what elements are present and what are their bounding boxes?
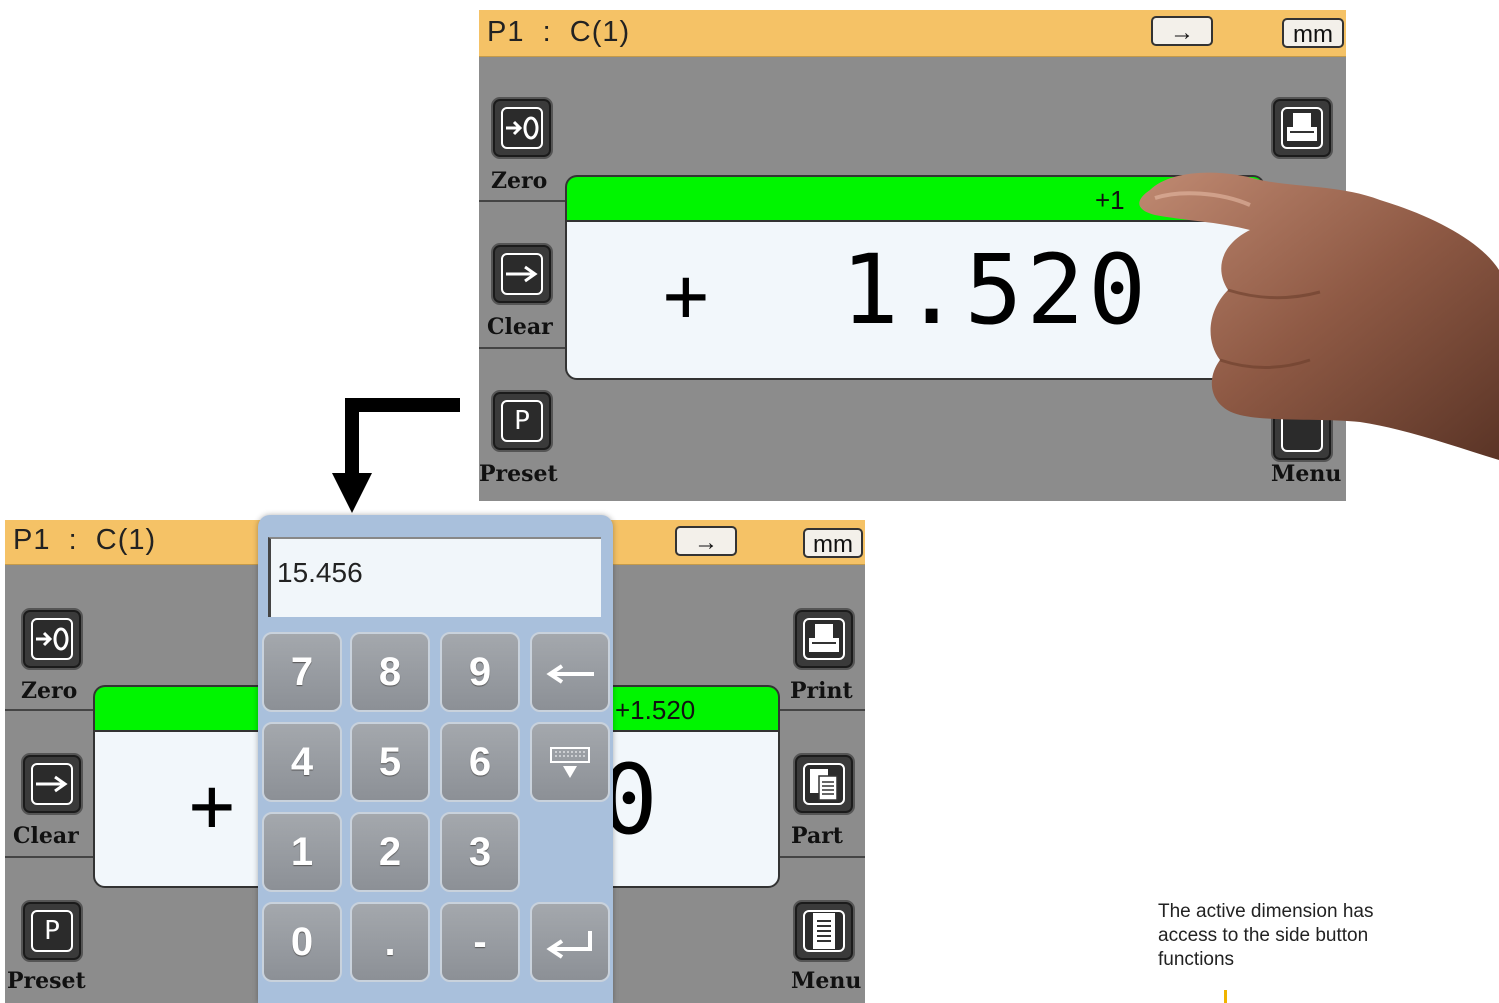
arrow-right-icon — [31, 763, 73, 805]
separator — [5, 856, 93, 858]
hide-keyboard-key[interactable] — [530, 722, 610, 802]
measured-value: 1.520 — [841, 234, 1150, 346]
numeric-keypad: 15.456 7 8 9 4 5 6 1 2 3 0 . - — [258, 515, 613, 1003]
part-button[interactable] — [793, 753, 855, 815]
preset-label: Preset — [479, 461, 558, 487]
preset-button[interactable]: P — [21, 900, 83, 962]
enter-icon — [546, 931, 592, 960]
hand-pointer-image — [1139, 172, 1499, 460]
keypad-input-value: 15.456 — [277, 557, 363, 588]
keyboard-hide-icon — [550, 747, 590, 779]
print-button[interactable] — [1271, 97, 1333, 159]
enter-key[interactable] — [530, 902, 610, 982]
clear-label: Clear — [13, 823, 79, 849]
separator — [479, 200, 565, 202]
key-3[interactable]: 3 — [440, 812, 520, 892]
zero-label: Zero — [21, 678, 78, 704]
menu-button[interactable] — [793, 900, 855, 962]
preset-label: Preset — [7, 968, 86, 994]
menu-label: Menu — [791, 968, 862, 994]
program-title: P1 : C(1) — [13, 524, 157, 556]
dimension-header-value: +1.520 — [615, 695, 696, 725]
zero-label: Zero — [491, 168, 548, 194]
zero-button[interactable] — [21, 608, 83, 670]
key-2[interactable]: 2 — [350, 812, 430, 892]
value-sign: + — [663, 250, 709, 339]
separator — [479, 347, 565, 349]
key-decimal[interactable]: . — [350, 902, 430, 982]
printer-icon — [1281, 107, 1323, 149]
printer-icon — [803, 618, 845, 660]
print-label: Print — [790, 678, 853, 704]
part-icon — [803, 763, 845, 805]
backspace-arrow-icon — [546, 664, 594, 685]
key-6[interactable]: 6 — [440, 722, 520, 802]
caption-text: The active dimension has access to the s… — [1158, 901, 1374, 970]
print-button[interactable] — [793, 608, 855, 670]
keypad-input[interactable]: 15.456 — [268, 537, 601, 617]
p-icon: P — [501, 400, 543, 442]
flow-arrow — [332, 398, 460, 513]
separator — [5, 709, 93, 711]
unit-button[interactable]: mm — [803, 528, 863, 558]
key-8[interactable]: 8 — [350, 632, 430, 712]
key-4[interactable]: 4 — [262, 722, 342, 802]
caption-marker — [1224, 990, 1227, 1003]
key-1[interactable]: 1 — [262, 812, 342, 892]
clear-button[interactable] — [21, 753, 83, 815]
value-sign: + — [189, 760, 235, 849]
direction-button[interactable]: → — [1151, 16, 1213, 46]
clear-label: Clear — [487, 314, 553, 340]
title-bar: P1 : C(1) → mm — [479, 10, 1346, 57]
backspace-key[interactable] — [530, 632, 610, 712]
unit-button[interactable]: mm — [1282, 18, 1344, 48]
separator — [780, 709, 865, 711]
preset-button[interactable]: P — [491, 390, 553, 452]
key-5[interactable]: 5 — [350, 722, 430, 802]
key-0[interactable]: 0 — [262, 902, 342, 982]
zero-button[interactable] — [491, 97, 553, 159]
direction-button[interactable]: → — [675, 526, 737, 556]
key-9[interactable]: 9 — [440, 632, 520, 712]
key-minus[interactable]: - — [440, 902, 520, 982]
menu-icon — [803, 910, 845, 952]
part-label: Part — [791, 823, 843, 849]
zero-arrow-icon — [501, 107, 543, 149]
clear-button[interactable] — [491, 243, 553, 305]
menu-label: Menu — [1271, 461, 1342, 487]
p-icon: P — [31, 910, 73, 952]
zero-arrow-icon — [31, 618, 73, 660]
key-7[interactable]: 7 — [262, 632, 342, 712]
separator — [780, 856, 865, 858]
arrow-right-icon — [501, 253, 543, 295]
program-title: P1 : C(1) — [487, 16, 631, 48]
